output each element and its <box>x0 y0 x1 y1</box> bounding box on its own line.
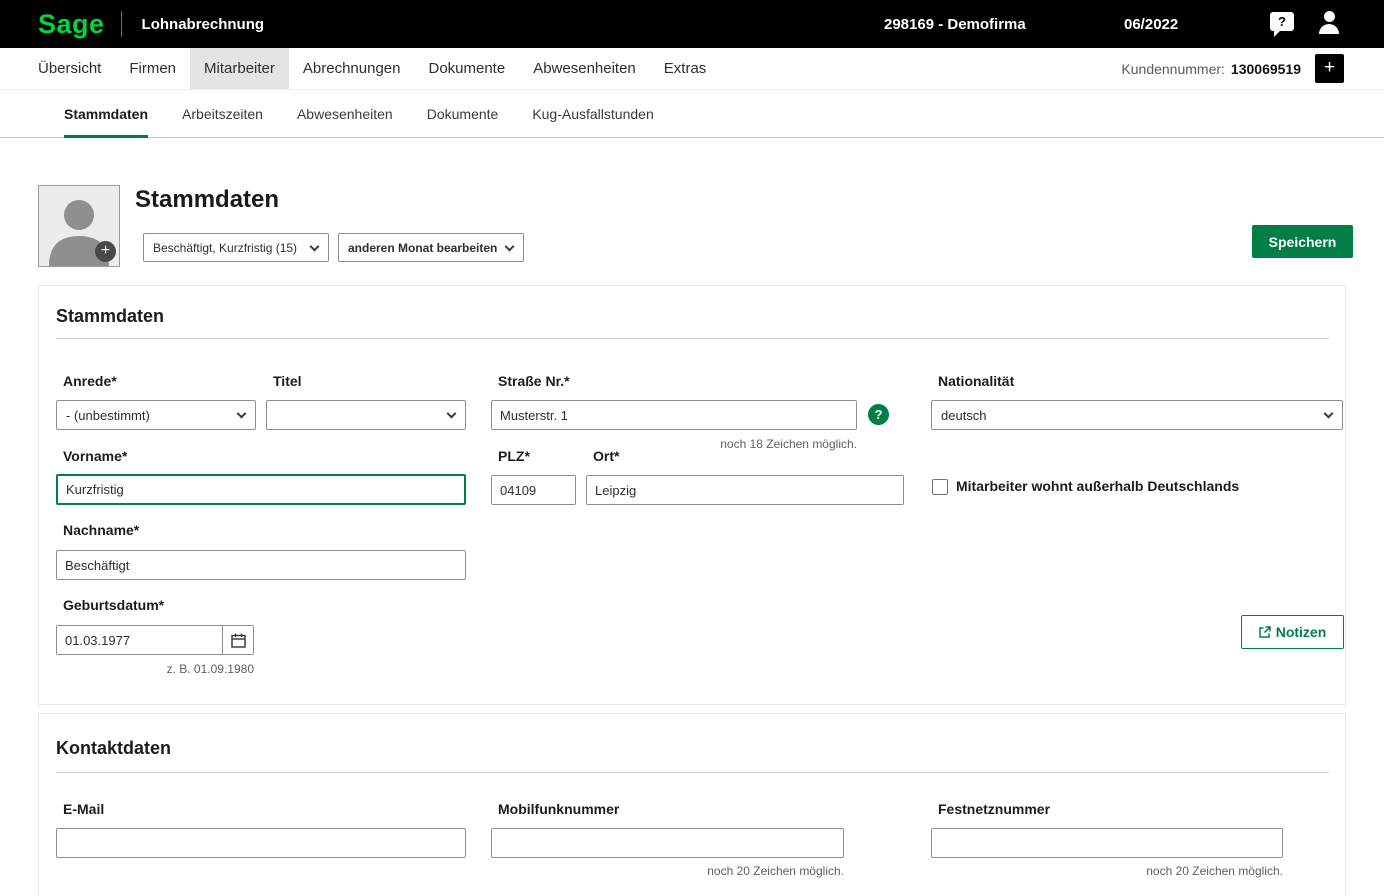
topbar: Sage Lohnabrechnung 298169 - Demofirma 0… <box>0 0 1384 48</box>
strasse-label: Straße Nr.* <box>498 373 570 389</box>
tab-kug-ausfallstunden[interactable]: Kug-Ausfallstunden <box>532 90 653 137</box>
nachname-label: Nachname* <box>63 522 139 538</box>
customer-number-value: 130069519 <box>1231 61 1301 77</box>
help-icon[interactable]: ? <box>1270 12 1296 36</box>
geburtsdatum-input[interactable] <box>57 626 222 654</box>
employee-avatar[interactable]: + <box>38 185 120 267</box>
tab-abwesenheiten[interactable]: Abwesenheiten <box>297 90 393 137</box>
billing-period: 06/2022 <box>1124 16 1178 33</box>
email-label: E-Mail <box>63 801 104 817</box>
tab-arbeitszeiten[interactable]: Arbeitszeiten <box>182 90 263 137</box>
ort-input[interactable] <box>586 475 904 505</box>
calendar-icon <box>231 633 246 648</box>
user-icon-shoulders <box>1319 24 1339 34</box>
customer-number: Kundennummer: 130069519 <box>1121 48 1301 90</box>
chevron-down-icon <box>505 241 515 251</box>
mobilfunknummer-label: Mobilfunknummer <box>498 801 619 817</box>
section-divider <box>56 772 1329 773</box>
nav-item-dokumente[interactable]: Dokumente <box>414 48 519 89</box>
mobilfunknummer-helper: noch 20 Zeichen möglich. <box>491 864 844 878</box>
nachname-input[interactable] <box>56 550 466 580</box>
festnetznummer-input[interactable] <box>931 828 1283 858</box>
external-link-icon <box>1259 626 1271 638</box>
chevron-down-icon <box>1324 409 1334 419</box>
app-title: Lohnabrechnung <box>142 16 265 33</box>
anrede-select[interactable]: - (unbestimmt) <box>56 400 256 430</box>
topbar-divider <box>121 11 122 37</box>
employee-status-value: Beschäftigt, Kurzfristig (15) <box>153 241 297 255</box>
question-bubble-icon: ? <box>1270 12 1294 31</box>
strasse-help-icon[interactable]: ? <box>868 404 889 425</box>
stammdaten-section-title: Stammdaten <box>56 306 164 327</box>
mobilfunknummer-input[interactable] <box>491 828 844 858</box>
page-title: Stammdaten <box>135 186 279 214</box>
chevron-down-icon <box>447 409 457 419</box>
employee-tabbar: Stammdaten Arbeitszeiten Abwesenheiten D… <box>0 90 1384 138</box>
nav-item-mitarbeiter[interactable]: Mitarbeiter <box>190 48 289 89</box>
nav-item-abwesenheiten[interactable]: Abwesenheiten <box>519 48 650 89</box>
plz-input[interactable] <box>491 475 576 505</box>
geburtsdatum-helper: z. B. 01.09.1980 <box>56 662 254 676</box>
tab-dokumente[interactable]: Dokumente <box>427 90 499 137</box>
sage-logo[interactable]: Sage <box>38 9 105 40</box>
other-month-select[interactable]: anderen Monat bearbeiten <box>338 233 524 262</box>
user-icon[interactable] <box>1316 10 1342 38</box>
plz-label: PLZ* <box>498 448 530 464</box>
festnetznummer-helper: noch 20 Zeichen möglich. <box>931 864 1283 878</box>
email-input[interactable] <box>56 828 466 858</box>
section-divider <box>56 338 1329 339</box>
nav-item-extras[interactable]: Extras <box>650 48 721 89</box>
wohnt-ausserhalb-checkbox[interactable] <box>932 479 948 495</box>
geburtsdatum-field <box>56 625 254 655</box>
company-name: 298169 - Demofirma <box>884 16 1026 33</box>
wohnt-ausserhalb-label: Mitarbeiter wohnt außerhalb Deutschlands <box>956 478 1239 494</box>
chevron-down-icon <box>237 409 247 419</box>
nationalitaet-label: Nationalität <box>938 373 1014 389</box>
festnetznummer-label: Festnetznummer <box>938 801 1050 817</box>
vorname-label: Vorname* <box>63 448 127 464</box>
anrede-value: - (unbestimmt) <box>66 408 150 423</box>
notizen-label: Notizen <box>1276 624 1327 640</box>
anrede-label: Anrede* <box>63 373 117 389</box>
nav-item-firmen[interactable]: Firmen <box>115 48 190 89</box>
calendar-button[interactable] <box>222 626 253 654</box>
nationalitaet-value: deutsch <box>941 408 987 423</box>
tab-stammdaten[interactable]: Stammdaten <box>64 90 148 137</box>
strasse-helper: noch 18 Zeichen möglich. <box>491 437 857 451</box>
nav-item-abrechnungen[interactable]: Abrechnungen <box>289 48 415 89</box>
other-month-value: anderen Monat bearbeiten <box>348 241 497 255</box>
kontaktdaten-section: Kontaktdaten E-Mail Mobilfunknummer noch… <box>38 713 1346 896</box>
content: + Stammdaten Beschäftigt, Kurzfristig (1… <box>0 138 1384 896</box>
nationalitaet-select[interactable]: deutsch <box>931 400 1343 430</box>
titel-label: Titel <box>273 373 302 389</box>
main-navigation: Übersicht Firmen Mitarbeiter Abrechnunge… <box>0 48 1384 90</box>
chevron-down-icon <box>310 241 320 251</box>
notizen-button[interactable]: Notizen <box>1241 615 1344 649</box>
ort-label: Ort* <box>593 448 619 464</box>
titel-select[interactable] <box>266 400 466 430</box>
add-photo-icon[interactable]: + <box>95 241 116 262</box>
save-button[interactable]: Speichern <box>1252 225 1353 258</box>
user-icon-head <box>1324 11 1335 22</box>
vorname-input[interactable] <box>56 474 466 505</box>
add-button[interactable]: + <box>1315 54 1344 83</box>
customer-number-label: Kundennummer: <box>1121 61 1225 77</box>
nav-item-uebersicht[interactable]: Übersicht <box>24 48 115 89</box>
employee-status-select[interactable]: Beschäftigt, Kurzfristig (15) <box>143 233 329 262</box>
stammdaten-section: Stammdaten Anrede* - (unbestimmt) Titel … <box>38 285 1346 705</box>
geburtsdatum-label: Geburtsdatum* <box>63 597 164 613</box>
strasse-input[interactable] <box>491 400 857 430</box>
kontaktdaten-section-title: Kontaktdaten <box>56 738 171 759</box>
